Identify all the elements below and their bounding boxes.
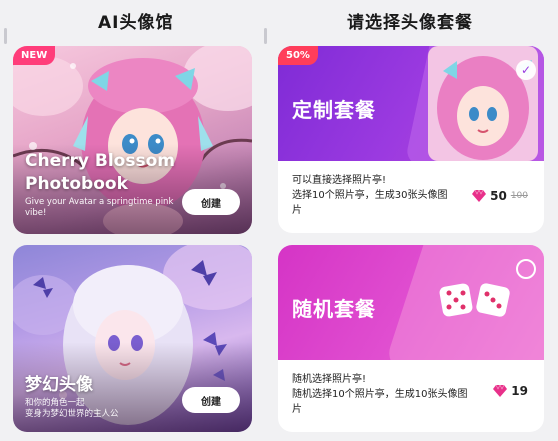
package-price: 19 xyxy=(493,384,528,398)
desc-line: 片 xyxy=(292,205,302,216)
custom-package-card[interactable]: 50% 定制套餐 ✓ 可以直接选择照片亭! 选择10个照片亭，生成30张头像图 … xyxy=(278,46,544,233)
desc-line: 随机选择照片亭! xyxy=(292,374,367,385)
selected-check-icon[interactable]: ✓ xyxy=(516,60,536,80)
package-title: 定制套餐 xyxy=(292,98,376,122)
desc-line: 随机选择10个照片亭，生成10张头像图 xyxy=(292,389,468,400)
create-button[interactable]: 创建 xyxy=(182,189,240,215)
unselected-radio-icon[interactable] xyxy=(516,259,536,279)
card-desc-line1: Give your Avatar a springtime pink xyxy=(25,197,174,207)
package-price: 50 100 xyxy=(472,189,528,203)
price-current: 19 xyxy=(511,384,528,398)
package-title: 随机套餐 xyxy=(292,297,376,321)
card-desc-line2: 变身为梦幻世界的主人公 xyxy=(25,409,119,419)
package-description: 可以直接选择照片亭! 选择10个照片亭，生成30张头像图 片 xyxy=(292,173,447,218)
price-current: 50 xyxy=(490,189,507,203)
card-desc-line1: 和你的角色一起 xyxy=(25,398,85,408)
card-title-line1: Cherry Blossom xyxy=(25,151,175,171)
discount-badge: 50% xyxy=(278,46,318,65)
desc-line: 可以直接选择照片亭! xyxy=(292,175,387,186)
card-title: 梦幻头像 xyxy=(25,375,93,395)
create-button[interactable]: 创建 xyxy=(182,387,240,413)
dream-avatar-card[interactable]: 梦幻头像 和你的角色一起 变身为梦幻世界的主人公 创建 xyxy=(13,245,252,432)
price-original: 100 xyxy=(510,191,528,201)
right-column-title: 请选择头像套餐 xyxy=(347,13,473,33)
left-column-title: AI头像馆 xyxy=(98,13,174,33)
left-scroll-indicator[interactable] xyxy=(4,28,7,44)
random-package-card[interactable]: 随机套餐 随机选择照片亭! 随机选择10个照片亭，生成10张头像图 片 19 xyxy=(278,245,544,432)
avatar-gallery-screen: AI头像馆 请选择头像套餐 NEW Cherry Blossom Photobo… xyxy=(0,0,558,441)
right-scroll-indicator[interactable] xyxy=(264,28,267,44)
new-badge: NEW xyxy=(13,46,56,65)
desc-line: 片 xyxy=(292,404,302,415)
gem-icon xyxy=(472,190,487,202)
gem-icon xyxy=(493,385,508,397)
card-desc-line2: vibe! xyxy=(25,208,47,218)
card-title-line2: Photobook xyxy=(25,174,128,194)
desc-line: 选择10个照片亭，生成30张头像图 xyxy=(292,190,448,201)
cherry-blossom-card[interactable]: NEW Cherry Blossom Photobook Give your A… xyxy=(13,46,252,234)
package-description: 随机选择照片亭! 随机选择10个照片亭，生成10张头像图 片 xyxy=(292,372,467,417)
